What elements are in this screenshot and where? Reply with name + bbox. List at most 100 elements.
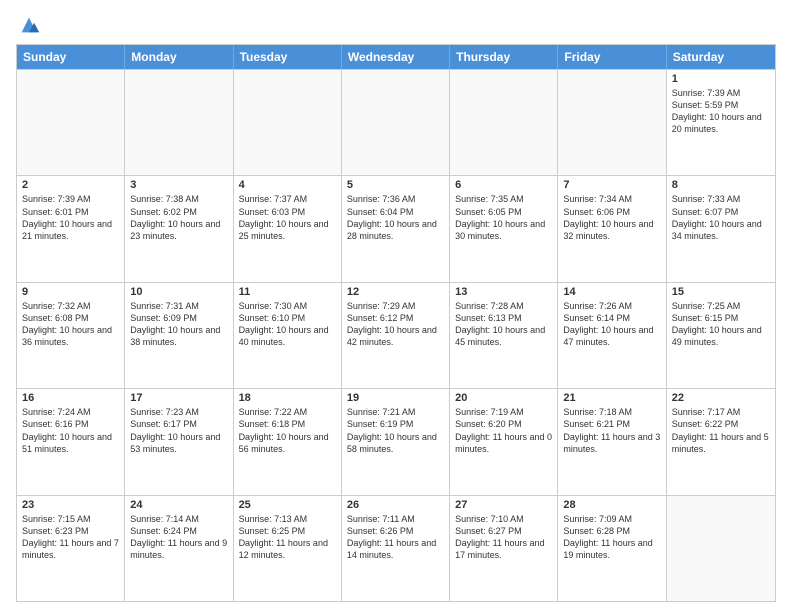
weekday-header: Monday [125, 45, 233, 69]
calendar-cell [342, 70, 450, 175]
day-info: Sunrise: 7:35 AM Sunset: 6:05 PM Dayligh… [455, 193, 552, 242]
day-number: 4 [239, 179, 336, 191]
day-info: Sunrise: 7:13 AM Sunset: 6:25 PM Dayligh… [239, 513, 336, 562]
calendar-header: SundayMondayTuesdayWednesdayThursdayFrid… [17, 45, 775, 69]
calendar-cell: 8 Sunrise: 7:33 AM Sunset: 6:07 PM Daylig… [667, 176, 775, 281]
calendar-cell: 27 Sunrise: 7:10 AM Sunset: 6:27 PM Dayli… [450, 496, 558, 601]
day-number: 28 [563, 499, 660, 511]
calendar-cell: 5 Sunrise: 7:36 AM Sunset: 6:04 PM Daylig… [342, 176, 450, 281]
day-info: Sunrise: 7:32 AM Sunset: 6:08 PM Dayligh… [22, 300, 119, 349]
weekday-header: Sunday [17, 45, 125, 69]
day-info: Sunrise: 7:39 AM Sunset: 5:59 PM Dayligh… [672, 87, 770, 136]
day-number: 20 [455, 392, 552, 404]
calendar-cell: 6 Sunrise: 7:35 AM Sunset: 6:05 PM Daylig… [450, 176, 558, 281]
header [16, 16, 776, 36]
calendar-cell: 9 Sunrise: 7:32 AM Sunset: 6:08 PM Daylig… [17, 283, 125, 388]
calendar: SundayMondayTuesdayWednesdayThursdayFrid… [16, 44, 776, 602]
day-number: 1 [672, 73, 770, 85]
day-info: Sunrise: 7:33 AM Sunset: 6:07 PM Dayligh… [672, 193, 770, 242]
day-info: Sunrise: 7:18 AM Sunset: 6:21 PM Dayligh… [563, 406, 660, 455]
day-number: 22 [672, 392, 770, 404]
day-number: 25 [239, 499, 336, 511]
day-info: Sunrise: 7:09 AM Sunset: 6:28 PM Dayligh… [563, 513, 660, 562]
day-info: Sunrise: 7:10 AM Sunset: 6:27 PM Dayligh… [455, 513, 552, 562]
weekday-header: Saturday [667, 45, 775, 69]
calendar-cell: 4 Sunrise: 7:37 AM Sunset: 6:03 PM Daylig… [234, 176, 342, 281]
day-info: Sunrise: 7:37 AM Sunset: 6:03 PM Dayligh… [239, 193, 336, 242]
day-info: Sunrise: 7:26 AM Sunset: 6:14 PM Dayligh… [563, 300, 660, 349]
calendar-cell: 17Sunrise: 7:23 AM Sunset: 6:17 PM Dayli… [125, 389, 233, 494]
calendar-cell [234, 70, 342, 175]
day-info: Sunrise: 7:11 AM Sunset: 6:26 PM Dayligh… [347, 513, 444, 562]
calendar-cell: 21 Sunrise: 7:18 AM Sunset: 6:21 PM Dayli… [558, 389, 666, 494]
day-number: 3 [130, 179, 227, 191]
day-info: Sunrise: 7:38 AM Sunset: 6:02 PM Dayligh… [130, 193, 227, 242]
day-number: 18 [239, 392, 336, 404]
calendar-cell [450, 70, 558, 175]
day-number: 17 [130, 392, 227, 404]
calendar-row: 23 Sunrise: 7:15 AM Sunset: 6:23 PM Dayli… [17, 495, 775, 601]
calendar-cell: 15 Sunrise: 7:25 AM Sunset: 6:15 PM Dayli… [667, 283, 775, 388]
day-number: 19 [347, 392, 444, 404]
day-number: 9 [22, 286, 119, 298]
calendar-cell: 25 Sunrise: 7:13 AM Sunset: 6:25 PM Dayli… [234, 496, 342, 601]
calendar-row: 9 Sunrise: 7:32 AM Sunset: 6:08 PM Daylig… [17, 282, 775, 388]
day-info: Sunrise: 7:22 AM Sunset: 6:18 PM Dayligh… [239, 406, 336, 455]
calendar-body: 1 Sunrise: 7:39 AM Sunset: 5:59 PM Daylig… [17, 69, 775, 601]
day-number: 6 [455, 179, 552, 191]
day-number: 2 [22, 179, 119, 191]
day-number: 23 [22, 499, 119, 511]
day-number: 24 [130, 499, 227, 511]
day-info: Sunrise: 7:30 AM Sunset: 6:10 PM Dayligh… [239, 300, 336, 349]
day-info: Sunrise: 7:15 AM Sunset: 6:23 PM Dayligh… [22, 513, 119, 562]
day-number: 10 [130, 286, 227, 298]
calendar-cell: 18 Sunrise: 7:22 AM Sunset: 6:18 PM Dayli… [234, 389, 342, 494]
day-number: 11 [239, 286, 336, 298]
day-number: 8 [672, 179, 770, 191]
day-number: 5 [347, 179, 444, 191]
day-info: Sunrise: 7:34 AM Sunset: 6:06 PM Dayligh… [563, 193, 660, 242]
day-number: 27 [455, 499, 552, 511]
day-info: Sunrise: 7:28 AM Sunset: 6:13 PM Dayligh… [455, 300, 552, 349]
day-number: 13 [455, 286, 552, 298]
calendar-cell: 7 Sunrise: 7:34 AM Sunset: 6:06 PM Daylig… [558, 176, 666, 281]
calendar-row: 2 Sunrise: 7:39 AM Sunset: 6:01 PM Daylig… [17, 175, 775, 281]
weekday-header: Thursday [450, 45, 558, 69]
calendar-row: 1 Sunrise: 7:39 AM Sunset: 5:59 PM Daylig… [17, 69, 775, 175]
calendar-cell: 23 Sunrise: 7:15 AM Sunset: 6:23 PM Dayli… [17, 496, 125, 601]
day-number: 14 [563, 286, 660, 298]
page: SundayMondayTuesdayWednesdayThursdayFrid… [0, 0, 792, 612]
day-info: Sunrise: 7:29 AM Sunset: 6:12 PM Dayligh… [347, 300, 444, 349]
calendar-cell: 3 Sunrise: 7:38 AM Sunset: 6:02 PM Daylig… [125, 176, 233, 281]
day-info: Sunrise: 7:19 AM Sunset: 6:20 PM Dayligh… [455, 406, 552, 455]
day-number: 7 [563, 179, 660, 191]
calendar-cell [558, 70, 666, 175]
day-number: 26 [347, 499, 444, 511]
day-info: Sunrise: 7:24 AM Sunset: 6:16 PM Dayligh… [22, 406, 119, 455]
calendar-cell: 13 Sunrise: 7:28 AM Sunset: 6:13 PM Dayli… [450, 283, 558, 388]
calendar-cell: 22Sunrise: 7:17 AM Sunset: 6:22 PM Dayli… [667, 389, 775, 494]
calendar-cell: 20 Sunrise: 7:19 AM Sunset: 6:20 PM Dayli… [450, 389, 558, 494]
day-info: Sunrise: 7:14 AM Sunset: 6:24 PM Dayligh… [130, 513, 227, 562]
day-info: Sunrise: 7:25 AM Sunset: 6:15 PM Dayligh… [672, 300, 770, 349]
calendar-cell: 16 Sunrise: 7:24 AM Sunset: 6:16 PM Dayli… [17, 389, 125, 494]
day-info: Sunrise: 7:31 AM Sunset: 6:09 PM Dayligh… [130, 300, 227, 349]
day-number: 12 [347, 286, 444, 298]
calendar-cell [17, 70, 125, 175]
day-number: 16 [22, 392, 119, 404]
calendar-cell: 24 Sunrise: 7:14 AM Sunset: 6:24 PM Dayli… [125, 496, 233, 601]
calendar-cell: 14 Sunrise: 7:26 AM Sunset: 6:14 PM Dayli… [558, 283, 666, 388]
calendar-cell: 2 Sunrise: 7:39 AM Sunset: 6:01 PM Daylig… [17, 176, 125, 281]
calendar-cell: 28 Sunrise: 7:09 AM Sunset: 6:28 PM Dayli… [558, 496, 666, 601]
day-info: Sunrise: 7:36 AM Sunset: 6:04 PM Dayligh… [347, 193, 444, 242]
weekday-header: Wednesday [342, 45, 450, 69]
logo [16, 16, 40, 36]
logo-icon [18, 14, 40, 36]
day-number: 21 [563, 392, 660, 404]
calendar-cell: 26 Sunrise: 7:11 AM Sunset: 6:26 PM Dayli… [342, 496, 450, 601]
day-info: Sunrise: 7:39 AM Sunset: 6:01 PM Dayligh… [22, 193, 119, 242]
calendar-cell [667, 496, 775, 601]
day-info: Sunrise: 7:21 AM Sunset: 6:19 PM Dayligh… [347, 406, 444, 455]
day-number: 15 [672, 286, 770, 298]
calendar-cell [125, 70, 233, 175]
